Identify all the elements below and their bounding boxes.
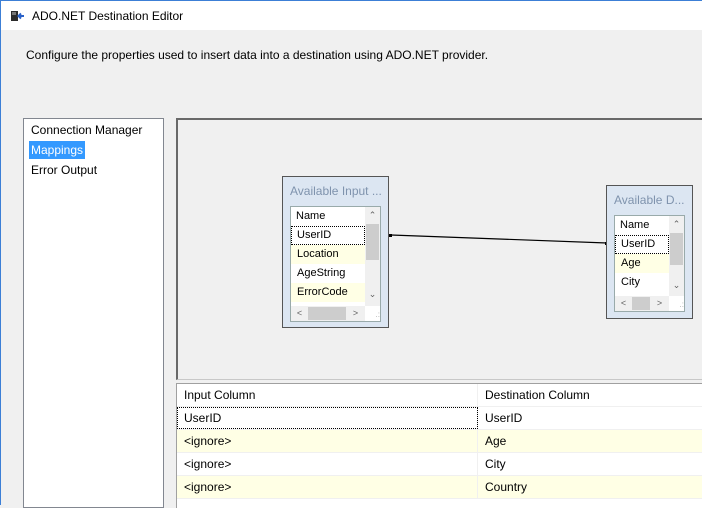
window-title: ADO.NET Destination Editor [32, 9, 184, 23]
input-list-vscroll-thumb[interactable] [366, 224, 379, 260]
mapping-canvas[interactable]: Available Input ... Name UserID Location… [176, 118, 702, 380]
grid-row[interactable]: <ignore> Country [177, 476, 702, 499]
grid-cell-destination[interactable]: City [478, 453, 702, 475]
title-bar: ADO.NET Destination Editor [1, 0, 702, 30]
editor-description: Configure the properties used to insert … [26, 48, 489, 62]
available-destination-columns-box[interactable]: Available D... Name UserID Age City ⌃ ⌄ … [606, 185, 693, 319]
scroll-up-icon[interactable]: ⌃ [365, 208, 380, 223]
scroll-down-icon[interactable]: ⌄ [669, 278, 684, 293]
grid-row[interactable]: <ignore> City [177, 453, 702, 476]
grid-row[interactable]: UserID UserID [177, 407, 702, 430]
input-list-header-name: Name [296, 210, 326, 222]
destination-column-item[interactable]: UserID [615, 235, 669, 254]
grid-header-destination-column[interactable]: Destination Column [478, 384, 702, 406]
available-input-caption: Available Input ... [290, 184, 382, 198]
destination-list-vertical-scrollbar[interactable]: ⌃ ⌄ [669, 216, 684, 296]
available-input-columns-box[interactable]: Available Input ... Name UserID Location… [282, 176, 389, 328]
grid-cell-input[interactable]: <ignore> [177, 430, 478, 452]
grid-cell-destination[interactable]: Country [478, 476, 702, 498]
grid-cell-destination[interactable]: Age [478, 430, 702, 452]
input-columns-list[interactable]: Name UserID Location AgeString ErrorCode… [290, 206, 381, 322]
grid-cell-input[interactable]: <ignore> [177, 476, 478, 498]
page-navigation-list: Connection Manager Mappings Error Output [23, 118, 164, 508]
scroll-left-icon[interactable]: < [292, 306, 307, 321]
input-column-item[interactable]: AgeString [291, 264, 365, 283]
scroll-down-icon[interactable]: ⌄ [365, 287, 380, 302]
input-list-hscroll-thumb[interactable] [308, 307, 346, 320]
destination-list-vscroll-thumb[interactable] [670, 233, 683, 265]
grid-header-input-column[interactable]: Input Column [177, 384, 478, 406]
destination-column-item[interactable]: City [615, 273, 669, 292]
grid-cell-input[interactable]: UserID [177, 407, 478, 429]
scroll-right-icon[interactable]: > [348, 306, 363, 321]
scroll-up-icon[interactable]: ⌃ [669, 217, 684, 232]
destination-list-header-name: Name [620, 219, 650, 231]
scroll-left-icon[interactable]: < [616, 296, 631, 311]
available-destination-caption: Available D... [614, 193, 685, 207]
column-mappings-grid[interactable]: Input Column Destination Column UserID U… [176, 383, 702, 508]
destination-list-hscroll-thumb[interactable] [632, 297, 650, 310]
ado-net-destination-editor-window: ADO.NET Destination Editor Configure the… [0, 0, 702, 508]
nav-item-connection-manager[interactable]: Connection Manager [29, 121, 144, 139]
grid-cell-input[interactable]: <ignore> [177, 453, 478, 475]
grid-row[interactable]: <ignore> Age [177, 430, 702, 453]
grid-header-row: Input Column Destination Column [177, 384, 702, 407]
destination-columns-list[interactable]: Name UserID Age City ⌃ ⌄ < > .: [614, 215, 685, 312]
destination-column-item[interactable]: Age [615, 254, 669, 273]
input-column-item[interactable]: UserID [291, 226, 365, 245]
input-list-vertical-scrollbar[interactable]: ⌃ ⌄ [365, 207, 380, 306]
destination-list-horizontal-scrollbar[interactable]: < > [615, 296, 669, 311]
input-column-item[interactable]: ErrorCode [291, 283, 365, 302]
nav-item-mappings[interactable]: Mappings [29, 141, 86, 159]
scroll-right-icon[interactable]: > [652, 296, 667, 311]
mapping-line-userid[interactable] [389, 230, 609, 250]
mapping-line-path[interactable] [390, 234, 608, 244]
nav-item-error-output[interactable]: Error Output [29, 161, 99, 179]
ado-net-destination-icon [11, 11, 24, 21]
resize-grip-icon[interactable]: .: [365, 306, 380, 321]
resize-grip-icon[interactable]: .: [669, 296, 684, 311]
input-list-horizontal-scrollbar[interactable]: < > [291, 306, 365, 321]
grid-cell-destination[interactable]: UserID [478, 407, 702, 429]
input-column-item[interactable]: Location [291, 245, 365, 264]
